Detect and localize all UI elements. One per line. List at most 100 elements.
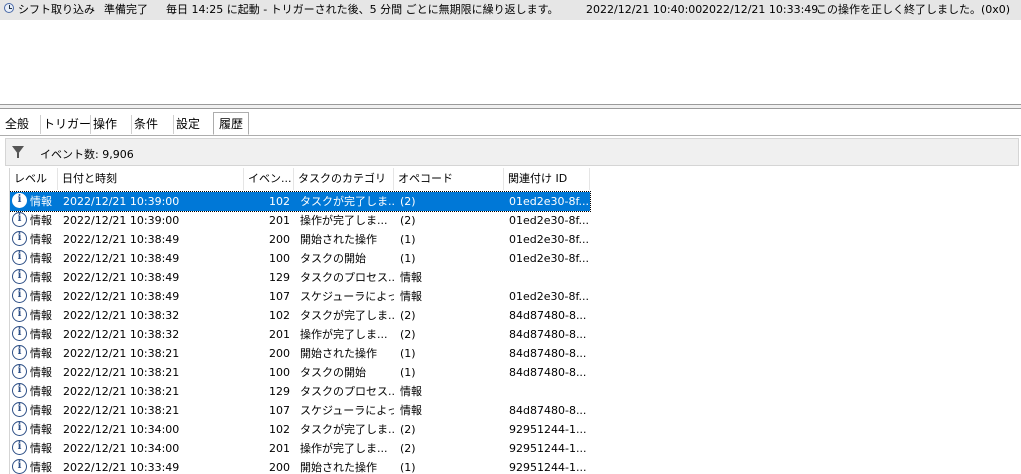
- cell-category: タスクの開始: [300, 366, 366, 379]
- cell-opcode: (1): [400, 233, 416, 246]
- cell-opcode: (2): [400, 442, 416, 455]
- table-row[interactable]: i 情報 2022/12/21 10:38:32 201 操作が完了しま... (2) 84…: [10, 325, 590, 344]
- cell-event-id: 129: [269, 271, 290, 284]
- table-row[interactable]: i 情報 2022/12/21 10:38:21 100 タスクの開始 (1) 84d874…: [10, 363, 590, 382]
- column-header-datetime[interactable]: 日付と時刻: [58, 168, 244, 190]
- tab-history[interactable]: 履歴: [213, 112, 250, 135]
- cell-category: 操作が完了しま...: [300, 214, 388, 227]
- table-row[interactable]: i 情報 2022/12/21 10:38:49 200 開始された操作 (1) 01ed2…: [10, 230, 590, 249]
- tab-settings[interactable]: 設定: [173, 115, 202, 134]
- task-last-run: 2022/12/21 10:33:49: [702, 3, 819, 16]
- task-row[interactable]: シフト取り込み 準備完了 毎日 14:25 に起動 - トリガーされた後、5 分…: [0, 0, 1021, 20]
- info-icon: i: [12, 307, 27, 322]
- cell-datetime: 2022/12/21 10:38:49: [63, 271, 180, 284]
- table-row[interactable]: i情報2022/12/21 10:38:21107スケジューラによっ...情報8…: [10, 401, 590, 420]
- tab-general[interactable]: 全般: [3, 115, 31, 134]
- cell-datetime: 2022/12/21 10:38:32: [63, 309, 180, 322]
- table-row[interactable]: i 情報 2022/12/21 10:39:00 201 操作が完了しま... (2) 01…: [10, 211, 590, 230]
- table-row[interactable]: i 情報 2022/12/21 10:34:00 102 タスクが完了しま... (2) 9…: [10, 420, 590, 439]
- cell-category: タスクのプロセス...: [300, 271, 394, 284]
- column-header-category[interactable]: タスクのカテゴリ: [294, 168, 394, 190]
- cell-category: タスクのプロセス...: [300, 385, 394, 398]
- column-header-correlation-id[interactable]: 関連付け ID: [504, 168, 590, 190]
- tab-triggers[interactable]: トリガー: [40, 115, 93, 134]
- table-row[interactable]: i 情報 2022/12/21 10:33:49 200 開始された操作 (1) 92951…: [10, 458, 590, 474]
- table-row[interactable]: i 情報 2022/12/21 10:38:49 129 タスクのプロセス... 情報: [10, 268, 590, 287]
- cell-datetime: 2022/12/21 10:38:21: [63, 404, 180, 417]
- cell-opcode: (2): [400, 214, 416, 227]
- cell-event-id: 102: [269, 423, 290, 436]
- cell-correlation-id: 01ed2e30-8f...: [509, 290, 590, 303]
- cell-category: スケジューラによっ...: [300, 290, 394, 303]
- cell-datetime: 2022/12/21 10:38:49: [63, 252, 180, 265]
- cell-correlation-id: 84d87480-8...: [509, 404, 587, 417]
- column-header-level[interactable]: レベル: [10, 168, 58, 190]
- cell-event-id: 100: [269, 366, 290, 379]
- table-row[interactable]: i 情報 2022/12/21 10:34:00 201 操作が完了しま... (2) 92…: [10, 439, 590, 458]
- cell-datetime: 2022/12/21 10:39:00: [63, 214, 180, 227]
- cell-level: 情報: [30, 290, 52, 303]
- table-row[interactable]: i 情報 2022/12/21 10:39:00 102 タスクが完了しま... (2) 0…: [10, 191, 591, 212]
- cell-correlation-id: 84d87480-8...: [509, 366, 587, 379]
- cell-level: 情報: [30, 442, 52, 455]
- column-header-event-id[interactable]: イベン...: [244, 168, 294, 190]
- table-row[interactable]: i 情報 2022/12/21 10:38:21 200 開始された操作 (1) 84d87…: [10, 344, 590, 363]
- cell-event-id: 129: [269, 385, 290, 398]
- filter-bar: イベント数: 9,906: [5, 138, 1019, 166]
- cell-level: 情報: [30, 328, 52, 341]
- cell-category: タスクの開始: [300, 252, 366, 265]
- cell-correlation-id: 92951244-1...: [509, 423, 587, 436]
- cell-datetime: 2022/12/21 10:38:21: [63, 366, 180, 379]
- info-icon: i: [12, 250, 27, 265]
- cell-opcode: 情報: [400, 271, 422, 284]
- cell-event-id: 102: [269, 309, 290, 322]
- filter-icon[interactable]: [12, 146, 24, 158]
- pane-splitter[interactable]: [0, 104, 1021, 109]
- cell-category: 開始された操作: [300, 233, 377, 246]
- info-icon: i: [12, 402, 27, 417]
- cell-datetime: 2022/12/21 10:38:21: [63, 385, 180, 398]
- cell-level: 情報: [30, 309, 52, 322]
- cell-opcode: (2): [400, 309, 416, 322]
- grid-header: レベル 日付と時刻 イベン... タスクのカテゴリ オペコード 関連付け ID: [10, 168, 1021, 190]
- table-row[interactable]: i 情報 2022/12/21 10:38:49 100 タスクの開始 (1) 01ed2e…: [10, 249, 590, 268]
- cell-level: 情報: [30, 461, 52, 474]
- cell-category: 操作が完了しま...: [300, 328, 388, 341]
- column-header-opcode[interactable]: オペコード: [394, 168, 504, 190]
- cell-correlation-id: [509, 382, 590, 401]
- cell-category: スケジューラによっ...: [300, 404, 394, 417]
- cell-opcode: (1): [400, 366, 416, 379]
- cell-category: タスクが完了しま...: [300, 309, 394, 322]
- cell-datetime: 2022/12/21 10:38:32: [63, 328, 180, 341]
- cell-category: 操作が完了しま...: [300, 442, 388, 455]
- info-icon: i: [12, 345, 27, 360]
- info-icon: i: [12, 288, 27, 303]
- info-icon: i: [12, 326, 27, 341]
- cell-correlation-id: 01ed2e30-8f...: [509, 252, 590, 265]
- cell-datetime: 2022/12/21 10:34:00: [63, 442, 180, 455]
- task-name: シフト取り込み: [18, 3, 95, 16]
- cell-correlation-id: 84d87480-8...: [509, 328, 587, 341]
- cell-datetime: 2022/12/21 10:38:49: [63, 290, 180, 303]
- cell-event-id: 102: [269, 195, 290, 208]
- cell-correlation-id: 84d87480-8...: [509, 347, 587, 360]
- tab-conditions[interactable]: 条件: [131, 115, 160, 134]
- tab-actions[interactable]: 操作: [90, 115, 119, 134]
- cell-category: タスクが完了しま...: [300, 195, 394, 208]
- cell-correlation-id: 84d87480-8...: [509, 309, 587, 322]
- info-icon: i: [12, 459, 27, 474]
- cell-correlation-id: 92951244-1...: [509, 442, 587, 455]
- info-icon: i: [12, 440, 27, 455]
- cell-category: タスクが完了しま...: [300, 423, 394, 436]
- cell-event-id: 200: [269, 233, 290, 246]
- table-row[interactable]: i 情報 2022/12/21 10:38:21 129 タスクのプロセス... 情報: [10, 382, 590, 401]
- cell-datetime: 2022/12/21 10:39:00: [63, 195, 180, 208]
- cell-opcode: (2): [400, 423, 416, 436]
- cell-correlation-id: [509, 268, 590, 287]
- cell-level: 情報: [30, 347, 52, 360]
- table-row[interactable]: i 情報 2022/12/21 10:38:32 102 タスクが完了しま... (2) 8…: [10, 306, 590, 325]
- cell-event-id: 107: [269, 290, 290, 303]
- tab-strip: 全般 トリガー 操作 条件 設定 履歴: [0, 112, 1021, 136]
- table-row[interactable]: i情報2022/12/21 10:38:49107スケジューラによっ...情報0…: [10, 287, 590, 306]
- cell-event-id: 201: [269, 328, 290, 341]
